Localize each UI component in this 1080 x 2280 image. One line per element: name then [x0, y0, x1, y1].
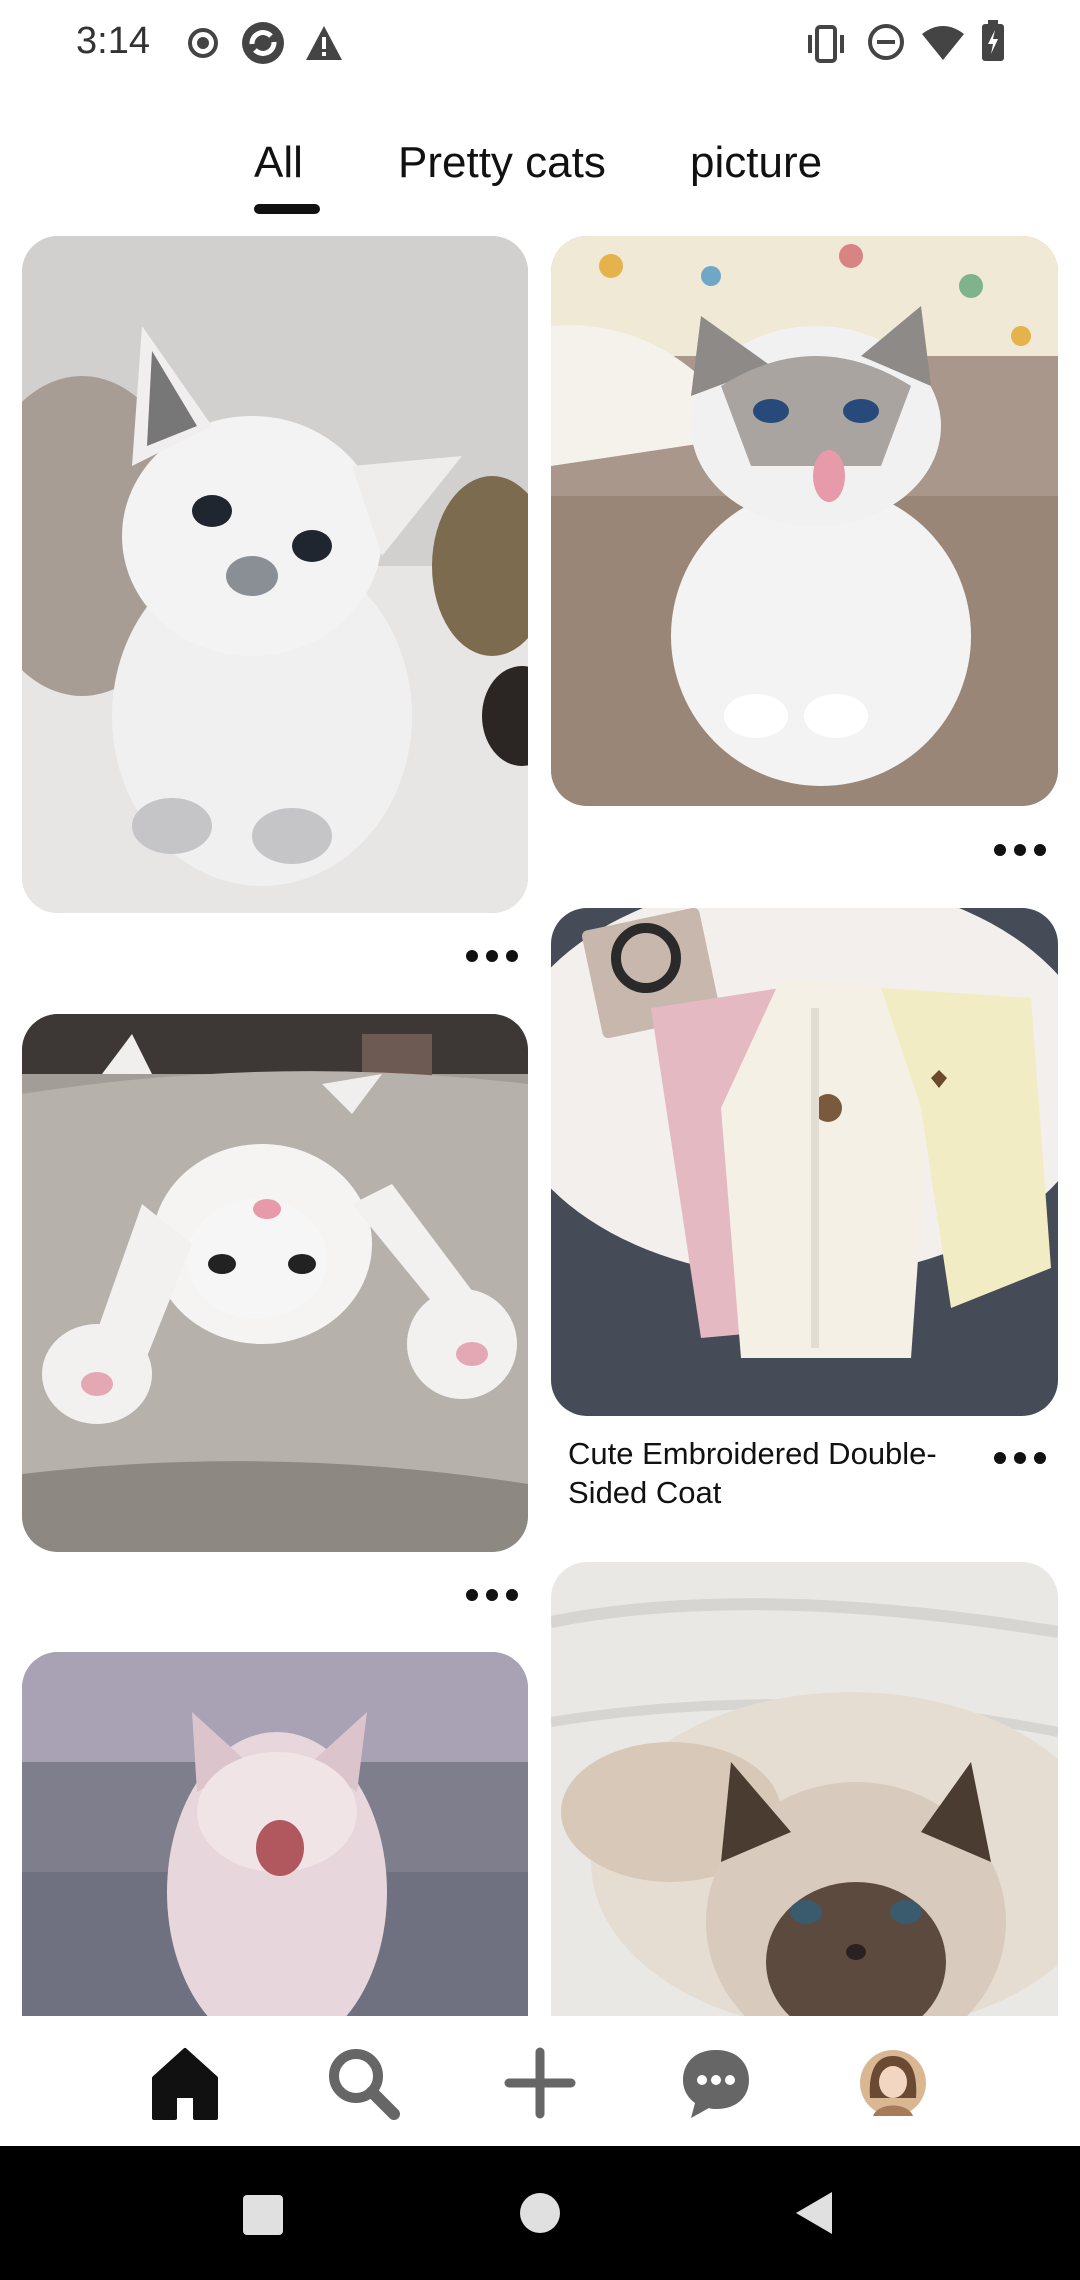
- pin-image[interactable]: [22, 1652, 528, 2016]
- tab-selected-indicator: [254, 204, 320, 214]
- recents-button[interactable]: [242, 2194, 284, 2241]
- create-button[interactable]: [495, 2038, 585, 2128]
- status-time: 3:14: [76, 20, 150, 62]
- pin-image[interactable]: [551, 236, 1058, 806]
- back-button[interactable]: [794, 2190, 834, 2241]
- messages-button[interactable]: [671, 2038, 761, 2128]
- sync-app-icon: [240, 20, 286, 71]
- tab-pretty-cats[interactable]: Pretty cats: [398, 138, 606, 188]
- warning-icon: [304, 24, 344, 67]
- back-triangle-icon: [796, 2192, 832, 2234]
- system-navigation-bar: [0, 2146, 1080, 2280]
- home-circle-icon: [520, 2193, 560, 2233]
- battery-charging-icon: [980, 20, 1006, 67]
- home-icon: [152, 2048, 218, 2120]
- pin-feed: Cute Embroidered Double-Sided Coat: [0, 236, 1080, 2016]
- wifi-icon: [920, 24, 966, 67]
- pin-image[interactable]: [551, 1562, 1058, 2016]
- search-icon: [329, 2049, 400, 2120]
- pin-image[interactable]: [22, 236, 528, 913]
- more-options-icon[interactable]: [990, 1440, 1050, 1476]
- plus-icon: [504, 2047, 576, 2119]
- more-options-icon[interactable]: [462, 938, 522, 974]
- more-options-icon[interactable]: [990, 832, 1050, 868]
- pin-image[interactable]: [551, 908, 1058, 1416]
- record-icon: [186, 26, 220, 65]
- home-button-system[interactable]: [519, 2192, 561, 2239]
- chat-bubble-icon: [683, 2050, 749, 2118]
- recents-icon: [243, 2195, 283, 2235]
- pin-caption[interactable]: Cute Embroidered Double-Sided Coat: [568, 1434, 988, 1512]
- avatar-icon: [860, 2050, 926, 2116]
- search-button[interactable]: [318, 2038, 408, 2128]
- status-bar: 3:14: [0, 0, 1080, 88]
- do-not-disturb-icon: [866, 22, 906, 67]
- vibrate-icon: [804, 24, 848, 69]
- tab-picture[interactable]: picture: [690, 138, 822, 188]
- bottom-navigation: [0, 2016, 1080, 2146]
- pin-image[interactable]: [22, 1014, 528, 1552]
- home-button[interactable]: [140, 2038, 230, 2128]
- board-tabs: All Pretty cats picture: [0, 138, 1080, 218]
- profile-button[interactable]: [848, 2038, 938, 2128]
- more-options-icon[interactable]: [462, 1577, 522, 1613]
- tab-all[interactable]: All: [254, 138, 303, 188]
